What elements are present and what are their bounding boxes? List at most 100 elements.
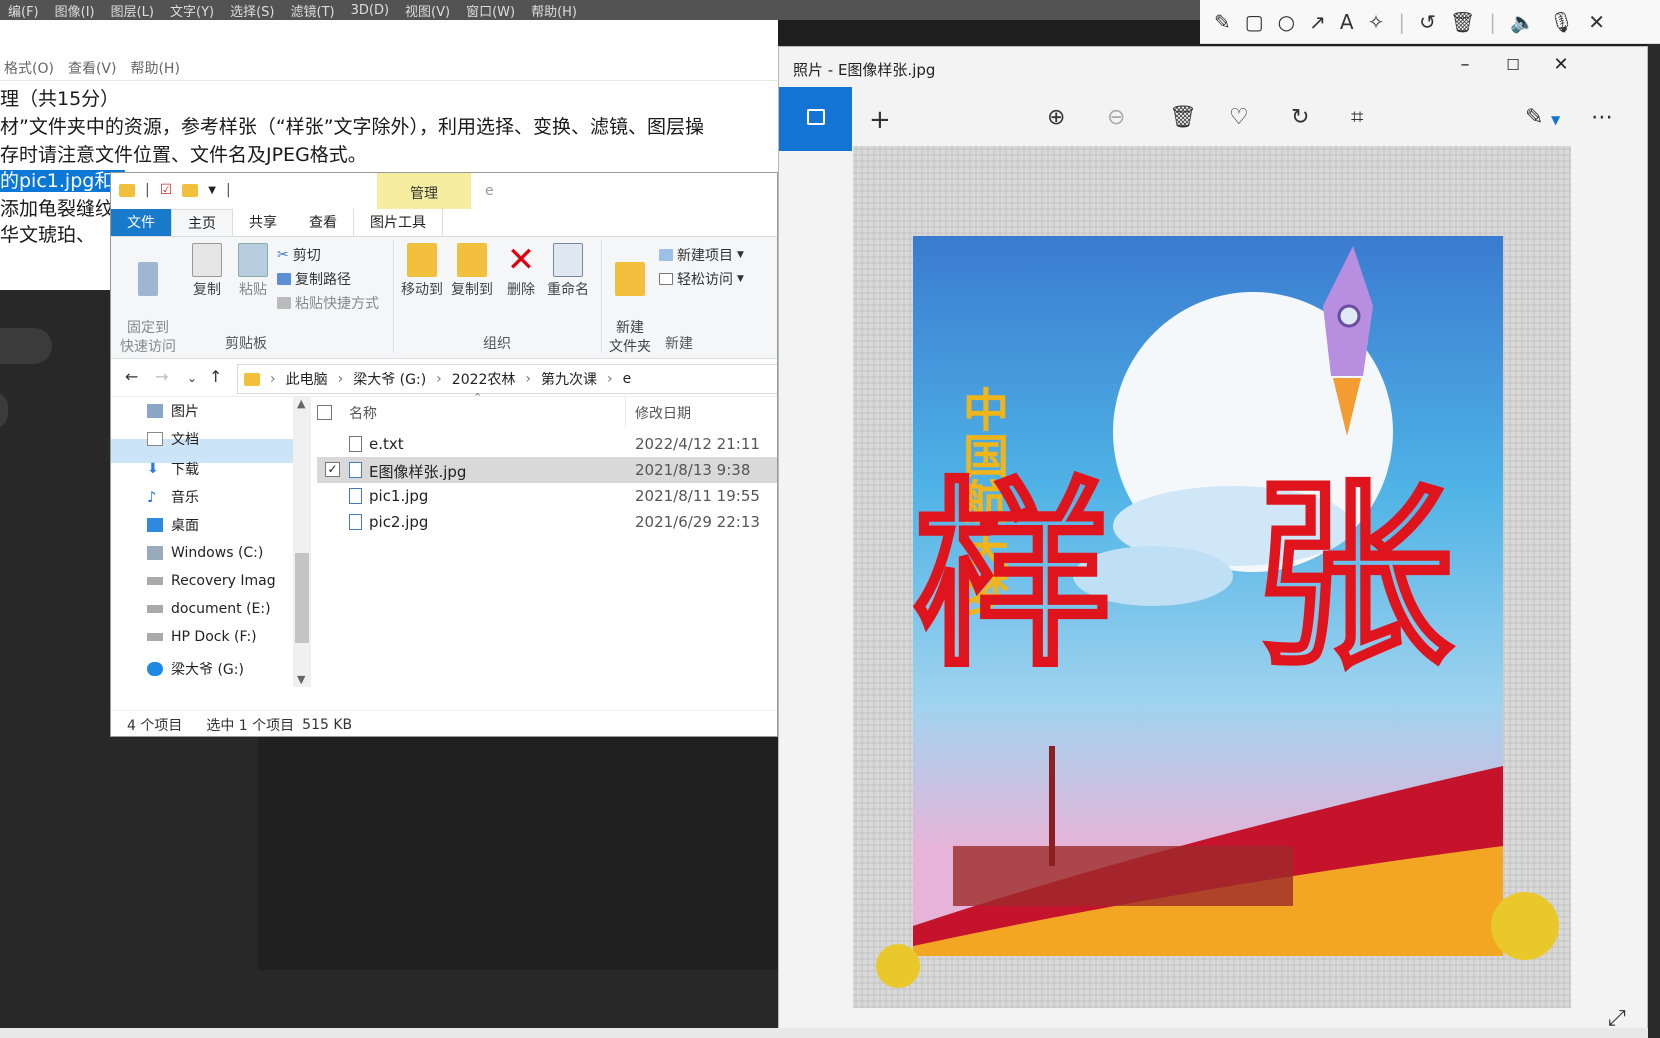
tab-file[interactable]: 文件 [111,209,171,236]
file-row-selected[interactable]: ✓ E图像样张.jpg 2021/8/13 9:38 [317,457,777,483]
ps-menu-item[interactable]: 文字(Y) [162,1,222,20]
notepad-line[interactable]: 的pic1.jpg和p [0,166,126,193]
minimize-icon[interactable]: – [1455,55,1475,75]
zoom-out-icon[interactable]: ⊖ [1107,105,1125,130]
paste-shortcut-button[interactable]: 粘贴快捷方式 [277,293,379,313]
breadcrumb-separator[interactable]: › [338,371,344,387]
move-to-button[interactable]: 移动到 [397,243,447,300]
breadcrumb-item[interactable]: 此电脑 [286,369,328,389]
nav-item-drive-f[interactable]: HP Dock (F:) [147,629,257,645]
copy-button[interactable]: 复制 [185,243,229,300]
address-bar[interactable]: › 此电脑 › 梁大爷 (G:) › 2022农林 › 第九次课 › e [237,364,777,394]
nav-item-downloads[interactable]: ⬇ 下载 [147,459,199,479]
toggle-control[interactable] [0,328,52,364]
gallery-button[interactable] [779,87,852,151]
edit-icon[interactable]: ✎ [1525,105,1543,130]
maximize-icon[interactable]: ☐ [1503,55,1523,75]
ps-menu-item[interactable]: 帮助(H) [523,1,585,20]
crop-icon[interactable]: ⌗ [1351,105,1363,130]
nav-item-drive-e[interactable]: document (E:) [147,601,271,617]
notepad-line[interactable]: 添加龟裂缝纹 [0,194,114,221]
column-name[interactable]: 名称 [349,403,377,423]
ps-menu-item[interactable]: 图层(L) [103,1,162,20]
recent-chevron-icon[interactable]: ⌄ [187,371,197,385]
trash-icon[interactable]: 🗑 [1450,10,1475,34]
chevron-down-icon[interactable]: ▼ [1551,113,1560,127]
breadcrumb-separator[interactable]: › [607,371,613,387]
heart-icon[interactable]: ♡ [1229,105,1249,130]
nav-item-documents[interactable]: 文档 [147,429,199,449]
nav-item-drive-c[interactable]: Windows (C:) [147,545,263,561]
file-checkbox[interactable]: ✓ [325,462,340,477]
rectangle-icon[interactable]: ▢ [1245,10,1264,34]
breadcrumb-separator[interactable]: › [436,371,442,387]
breadcrumb-item[interactable]: e [623,371,632,387]
tab-manage[interactable]: 管理 [377,173,471,209]
pin-quick-access-button[interactable]: 固定到 快速访问 [115,243,181,357]
nav-item-music[interactable]: ♪ 音乐 [147,487,199,507]
pen-icon[interactable]: ✎ [1214,10,1231,34]
column-modified[interactable]: 修改日期 [635,403,691,423]
ps-menu-item[interactable]: 3D(D) [343,3,397,18]
rotate-icon[interactable]: ↻ [1291,105,1309,130]
tab-picture-tools[interactable]: 图片工具 [353,209,443,236]
nav-item-desktop[interactable]: 桌面 [147,515,199,535]
zoom-in-icon[interactable]: ⊕ [1047,105,1065,130]
notepad-line[interactable]: 存时请注意文件位置、文件名及JPEG格式。 [0,140,367,167]
breadcrumb-item[interactable]: 梁大爷 (G:) [353,369,426,389]
close-icon[interactable]: ✕ [1551,55,1571,75]
circle-icon[interactable]: ○ [1278,10,1295,34]
column-divider[interactable] [625,397,626,427]
notepad-menu-help[interactable]: 帮助(H) [130,58,179,78]
notepad-menu-view[interactable]: 查看(V) [68,58,117,78]
delete-icon[interactable]: 🗑 [1169,105,1197,130]
chevron-down-icon[interactable]: ▼ [208,185,216,196]
properties-icon[interactable]: ☑ [160,182,173,198]
microphone-icon[interactable]: 🎙 [1549,10,1574,34]
notepad-menu-format[interactable]: 格式(O) [4,58,54,78]
ps-menu-item[interactable]: 选择(S) [222,1,282,20]
undo-icon[interactable]: ↺ [1419,10,1436,34]
nav-item-pictures[interactable]: 图片 [147,401,199,421]
up-arrow-icon[interactable]: ↑ [209,367,222,386]
easy-access-button[interactable]: 轻松访问 ▼ [659,269,744,289]
tab-share[interactable]: 共享 [233,209,293,236]
back-arrow-icon[interactable]: ← [125,367,138,386]
new-folder-button[interactable]: 新建 文件夹 [605,243,655,357]
more-icon[interactable]: ⋯ [1591,105,1613,130]
copy-to-button[interactable]: 复制到 [447,243,497,300]
forward-arrow-icon[interactable]: → [155,367,168,386]
speaker-icon[interactable]: 🔈 [1510,10,1535,34]
scrollbar-thumb[interactable] [295,553,309,643]
breadcrumb-separator[interactable]: › [525,371,531,387]
add-icon[interactable]: + [869,105,891,135]
file-row[interactable]: pic1.jpg 2021/8/11 19:55 [317,483,777,509]
ps-menu-item[interactable]: 编(F) [0,1,47,20]
cut-button[interactable]: ✂ 剪切 [277,245,321,265]
tab-view[interactable]: 查看 [293,209,353,236]
file-row[interactable]: e.txt 2022/4/12 21:11 [317,431,777,457]
copy-path-button[interactable]: 复制路径 [277,269,351,289]
arrow-icon[interactable]: ↗ [1309,10,1326,34]
scroll-up-icon[interactable]: ▲ [297,397,305,410]
scrollbar[interactable] [293,397,311,687]
select-all-checkbox[interactable] [317,405,332,420]
new-folder-icon[interactable] [182,183,199,197]
new-item-button[interactable]: 新建项目 ▼ [659,245,744,265]
tab-home[interactable]: 主页 [171,209,233,236]
close-icon[interactable]: ✕ [1588,10,1605,34]
ps-menu-item[interactable]: 视图(V) [397,1,458,20]
ps-menu-item[interactable]: 滤镜(T) [283,1,343,20]
notepad-line[interactable]: 理（共15分） [0,84,119,111]
magic-wand-icon[interactable]: ✧ [1368,10,1385,34]
breadcrumb-item[interactable]: 第九次课 [541,369,597,389]
nav-item-drive-g[interactable]: 梁大爷 (G:) [147,659,244,679]
ps-menu-item[interactable]: 窗口(W) [458,1,523,20]
delete-button[interactable]: ✕ 删除 [501,243,541,300]
breadcrumb-item[interactable]: 2022农林 [452,369,516,389]
notepad-line[interactable]: 华文琥珀、 [0,220,95,247]
scroll-down-icon[interactable]: ▼ [297,673,305,686]
notepad-line[interactable]: 材”文件夹中的资源，参考样张（“样张”文字除外），利用选择、变换、滤镜、图层操 [0,112,704,139]
rename-button[interactable]: 重命名 [543,243,593,300]
text-icon[interactable]: A [1340,10,1354,34]
